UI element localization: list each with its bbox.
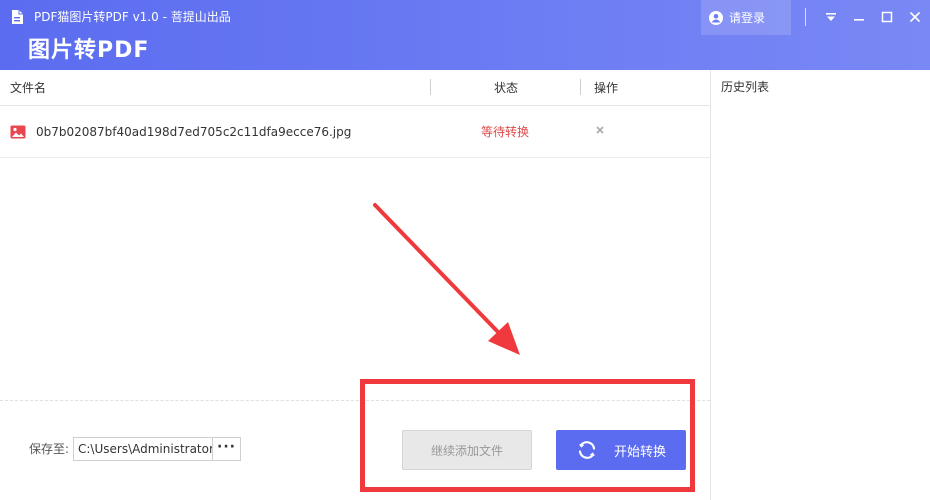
column-header-status: 状态 — [494, 81, 519, 95]
add-more-files-label: 继续添加文件 — [430, 443, 503, 458]
close-icon — [909, 11, 921, 23]
history-title: 历史列表 — [721, 80, 770, 94]
table-row[interactable]: 0b7b02087bf40ad198d7ed705c2c11dfa9ecce76… — [0, 106, 710, 158]
titlebar-divider — [805, 8, 806, 26]
refresh-icon — [578, 441, 596, 459]
close-icon — [596, 126, 604, 134]
app-icon — [12, 10, 23, 24]
title-bar: PDF猫图片转PDF v1.0 - 菩提山出品 图片转PDF 请登录 — [0, 0, 930, 70]
minimize-button[interactable] — [851, 9, 867, 25]
file-status: 等待转换 — [481, 125, 530, 139]
window-title: PDF猫图片转PDF v1.0 - 菩提山出品 — [34, 10, 231, 24]
image-file-icon — [10, 125, 26, 139]
column-header-filename: 文件名 — [10, 81, 47, 95]
column-separator[interactable] — [580, 79, 581, 95]
menu-dropdown-button[interactable] — [823, 9, 839, 25]
remove-file-button[interactable] — [594, 124, 606, 136]
start-convert-button[interactable]: 开始转换 — [556, 430, 686, 470]
maximize-button[interactable] — [879, 9, 895, 25]
login-label: 请登录 — [729, 11, 766, 25]
close-window-button[interactable] — [907, 9, 923, 25]
user-icon — [709, 10, 723, 25]
add-more-files-button[interactable]: 继续添加文件 — [402, 430, 532, 470]
minimize-icon — [854, 19, 864, 21]
browse-folder-button[interactable]: ··· — [212, 437, 241, 461]
file-name: 0b7b02087bf40ad198d7ed705c2c11dfa9ecce76… — [36, 125, 352, 139]
maximize-icon — [881, 11, 893, 23]
save-to-label: 保存至: — [29, 442, 70, 456]
file-table-header: 文件名 状态 操作 — [0, 70, 710, 106]
login-button[interactable]: 请登录 — [701, 0, 791, 35]
start-convert-label: 开始转换 — [614, 444, 667, 460]
menu-down-icon — [826, 13, 836, 21]
bottom-divider — [0, 400, 710, 401]
save-path-field[interactable]: C:\Users\Administrator — [73, 437, 213, 461]
column-separator[interactable] — [430, 79, 431, 95]
page-title: 图片转PDF — [28, 38, 150, 63]
column-header-action: 操作 — [594, 81, 619, 95]
history-panel: 历史列表 — [710, 70, 930, 500]
